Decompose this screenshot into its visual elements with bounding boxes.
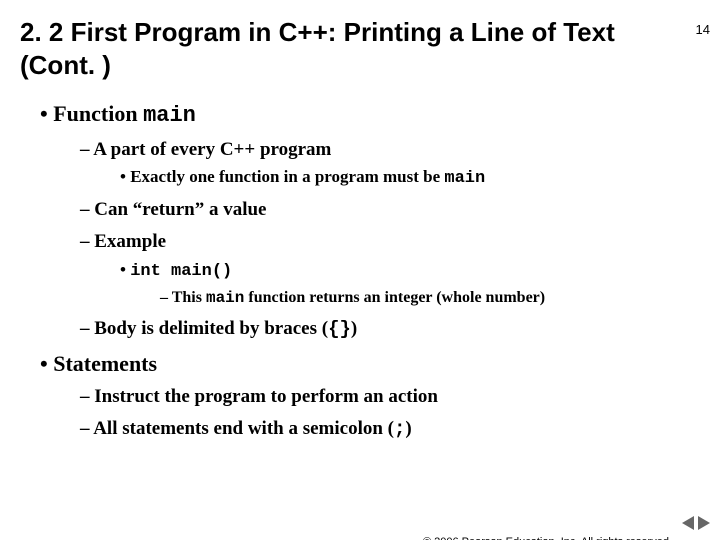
text: All statements end with a semicolon ( [93, 418, 394, 439]
bullet-semicolon: All statements end with a semicolon (;) [80, 416, 720, 443]
code-semicolon: ; [394, 418, 405, 440]
code-main: main [143, 103, 196, 128]
code-main: main [444, 169, 485, 188]
bullet-exactly-one: Exactly one function in a program must b… [120, 166, 720, 191]
text: ) [405, 418, 411, 439]
text: This [172, 289, 206, 306]
code-main: main [206, 289, 244, 307]
bullet-int-main: int main() [120, 259, 720, 284]
code-braces: {} [328, 318, 351, 340]
nav-arrows [682, 516, 710, 530]
slide-title: 2. 2 First Program in C++: Printing a Li… [20, 16, 650, 81]
text: Exactly one function in a program must b… [130, 167, 444, 186]
next-slide-icon[interactable] [698, 516, 710, 530]
text: function returns an integer (whole numbe… [244, 289, 545, 306]
bullet-statements: Statements [40, 349, 720, 379]
slide-content: Function main A part of every C++ progra… [20, 99, 720, 443]
bullet-function-main: Function main [40, 99, 720, 131]
bullet-instruct: Instruct the program to perform an actio… [80, 384, 720, 410]
bullet-example: Example [80, 229, 720, 255]
bullet-part-of-every: A part of every C++ program [80, 137, 720, 163]
bullet-body-braces: Body is delimited by braces ({}) [80, 316, 720, 343]
page-number: 14 [696, 22, 710, 37]
text: Body is delimited by braces ( [94, 318, 328, 339]
bullet-can-return: Can “return” a value [80, 197, 720, 223]
prev-slide-icon[interactable] [682, 516, 694, 530]
text: Function [53, 101, 143, 126]
code-int-main: int main() [130, 262, 232, 281]
text: ) [351, 318, 357, 339]
bullet-returns-integer: This main function returns an integer (w… [160, 287, 720, 310]
copyright-footer: © 2006 Pearson Education, Inc. All right… [423, 536, 672, 540]
